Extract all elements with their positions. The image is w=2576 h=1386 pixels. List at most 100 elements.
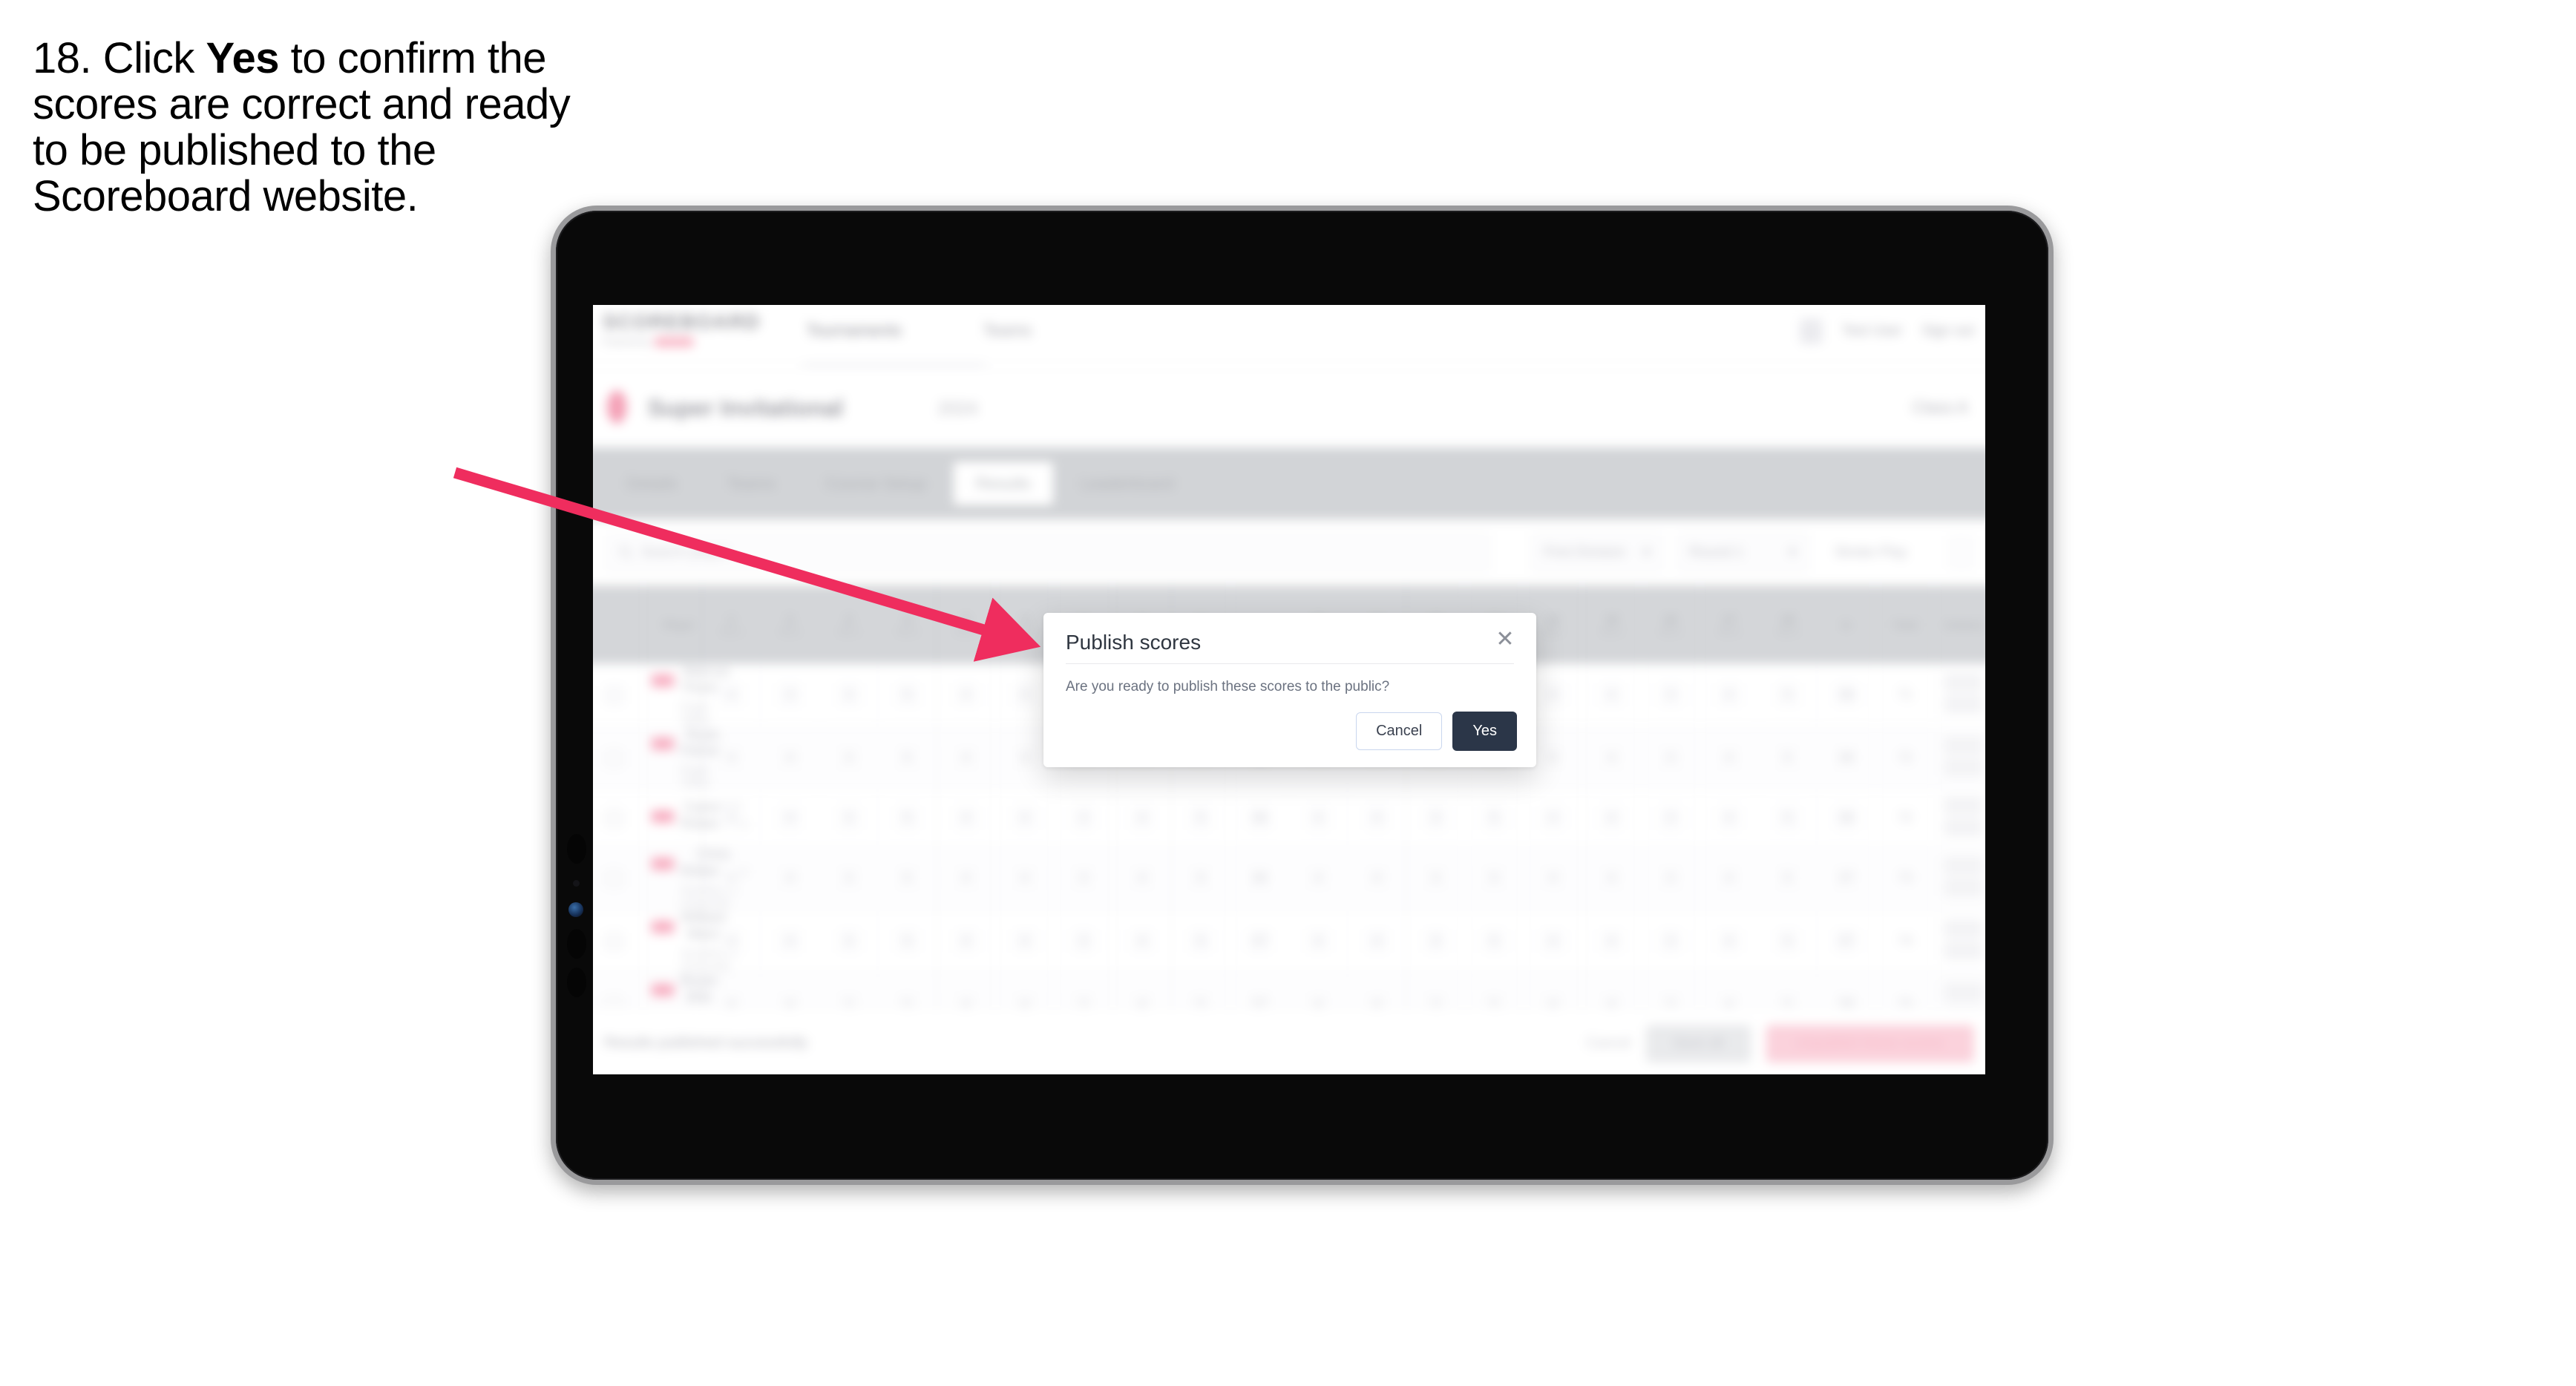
save-all-button[interactable]: Save all: [1645, 1024, 1751, 1063]
score-cell[interactable]: 36: [1230, 789, 1290, 847]
edit-button[interactable]: [1944, 919, 1984, 938]
score-cell[interactable]: 3: [1406, 789, 1466, 847]
score-cell[interactable]: 3: [819, 789, 879, 847]
row-actions[interactable]: [1934, 847, 1985, 910]
row-checkbox[interactable]: [593, 663, 644, 727]
nav-user-name[interactable]: Test User: [1842, 323, 1902, 339]
tab-leaderboard[interactable]: Leaderboard: [1058, 462, 1196, 505]
score-cell[interactable]: 4: [1523, 789, 1583, 847]
close-icon[interactable]: ✕: [1490, 625, 1520, 654]
score-cell[interactable]: 5: [1758, 663, 1818, 727]
score-cell[interactable]: 3: [1641, 910, 1700, 973]
power-button-icon[interactable]: [567, 968, 586, 997]
score-cell[interactable]: 4: [1700, 910, 1759, 973]
score-cell[interactable]: 36: [1230, 847, 1290, 910]
table-row[interactable]: William WardSouthlands University4435443…: [593, 910, 1985, 973]
checkbox-icon[interactable]: [604, 749, 623, 767]
score-cell[interactable]: 3: [819, 726, 879, 790]
score-cell[interactable]: 3: [1054, 789, 1113, 847]
edit-button[interactable]: [1944, 982, 1984, 1001]
score-cell[interactable]: 4: [1582, 789, 1642, 847]
score-cell[interactable]: 4: [1112, 910, 1173, 973]
brand-logo[interactable]: SCOREBOARD Powered by: [603, 311, 761, 347]
score-cell[interactable]: 4: [1700, 726, 1759, 790]
score-cell[interactable]: 4: [1523, 910, 1583, 973]
delete-button[interactable]: [1944, 758, 1984, 776]
row-actions[interactable]: [1934, 663, 1985, 727]
score-cell[interactable]: 37: [1817, 910, 1876, 973]
col-player[interactable]: Player: [643, 585, 703, 664]
score-cell[interactable]: 3: [1641, 847, 1700, 910]
yes-confirm-button[interactable]: Yes: [1452, 712, 1517, 751]
edit-button[interactable]: [1944, 856, 1984, 875]
user-avatar-icon[interactable]: [1800, 318, 1823, 344]
round-select[interactable]: Round 1 ▾: [1677, 532, 1809, 572]
score-cell[interactable]: 4: [1582, 847, 1642, 910]
score-cell[interactable]: 4: [1288, 847, 1348, 910]
score-cell[interactable]: 4: [1112, 847, 1173, 910]
checkbox-icon[interactable]: [604, 809, 623, 827]
score-cell[interactable]: 4: [1700, 789, 1759, 847]
score-cell[interactable]: 4: [995, 910, 1055, 973]
score-cell[interactable]: 5: [878, 847, 937, 910]
tab-results[interactable]: Results: [953, 462, 1054, 506]
score-cell[interactable]: 4: [937, 910, 996, 973]
player-cell[interactable]: Chris Robertson Southlands University: [643, 847, 747, 910]
format-select[interactable]: Stroke Play: [1823, 533, 1936, 572]
score-cell[interactable]: 36: [1817, 726, 1876, 790]
col-select-all[interactable]: [593, 585, 644, 664]
score-cell[interactable]: 4: [1700, 663, 1759, 727]
score-cell[interactable]: 5: [878, 726, 937, 790]
score-cell[interactable]: 36: [1817, 789, 1876, 847]
score-cell[interactable]: 4: [1112, 789, 1173, 847]
score-cell[interactable]: 3: [1641, 663, 1700, 727]
row-actions[interactable]: [1934, 789, 1985, 847]
score-cell[interactable]: 5: [1171, 789, 1231, 847]
tab-details[interactable]: Details: [604, 462, 700, 505]
score-cell[interactable]: 5: [1464, 789, 1524, 847]
score-cell[interactable]: 4: [760, 910, 820, 973]
search-input[interactable]: Search player: [604, 532, 1491, 572]
checkbox-icon[interactable]: [604, 869, 623, 887]
score-cell[interactable]: 3: [1054, 910, 1113, 973]
score-cell[interactable]: 4: [1582, 663, 1642, 727]
score-cell[interactable]: 4: [937, 726, 996, 790]
row-actions[interactable]: [1934, 726, 1985, 790]
score-cell[interactable]: 3: [819, 847, 879, 910]
tab-course-setup[interactable]: Course Setup: [802, 462, 948, 505]
score-cell[interactable]: 5: [1758, 789, 1818, 847]
score-cell[interactable]: 4: [1582, 726, 1642, 790]
score-cell[interactable]: 3: [1641, 789, 1700, 847]
score-cell[interactable]: 36: [1817, 663, 1876, 727]
checkbox-icon[interactable]: [604, 686, 623, 704]
delete-button[interactable]: [1944, 694, 1984, 713]
score-cell[interactable]: 5: [1464, 910, 1524, 973]
score-cell[interactable]: 4: [1288, 789, 1348, 847]
tab-teams[interactable]: Teams: [704, 462, 798, 505]
cancel-button[interactable]: Cancel: [1356, 712, 1443, 750]
nav-link-teams[interactable]: Teams: [983, 321, 1032, 340]
score-cell[interactable]: 3: [1406, 910, 1466, 973]
division-select[interactable]: First Division ▾: [1530, 532, 1663, 572]
checkbox-icon[interactable]: [604, 932, 623, 950]
score-cell[interactable]: 4: [1700, 847, 1759, 910]
score-cell[interactable]: 4: [760, 789, 820, 847]
score-cell[interactable]: 5: [1758, 910, 1818, 973]
table-row[interactable]: Chris RobertsonSouthlands University4435…: [593, 847, 1985, 910]
row-checkbox[interactable]: [593, 847, 644, 910]
row-checkbox[interactable]: [593, 726, 644, 790]
score-cell[interactable]: 5: [1758, 726, 1818, 790]
score-cell[interactable]: 3: [1641, 726, 1700, 790]
edit-button[interactable]: [1944, 796, 1984, 815]
score-cell[interactable]: 5: [1758, 847, 1818, 910]
player-cell[interactable]: Ryan Parnell Eagle Valley: [643, 726, 725, 790]
score-cell[interactable]: 4: [937, 789, 996, 847]
delete-button[interactable]: [1944, 941, 1984, 959]
score-cell[interactable]: 5: [878, 910, 937, 973]
edit-button[interactable]: [1944, 673, 1984, 692]
score-cell[interactable]: 4: [995, 789, 1055, 847]
score-cell[interactable]: 4: [1347, 789, 1407, 847]
score-cell[interactable]: 5: [878, 663, 937, 727]
score-cell[interactable]: 4: [1288, 910, 1348, 973]
row-actions[interactable]: [1934, 910, 1985, 973]
